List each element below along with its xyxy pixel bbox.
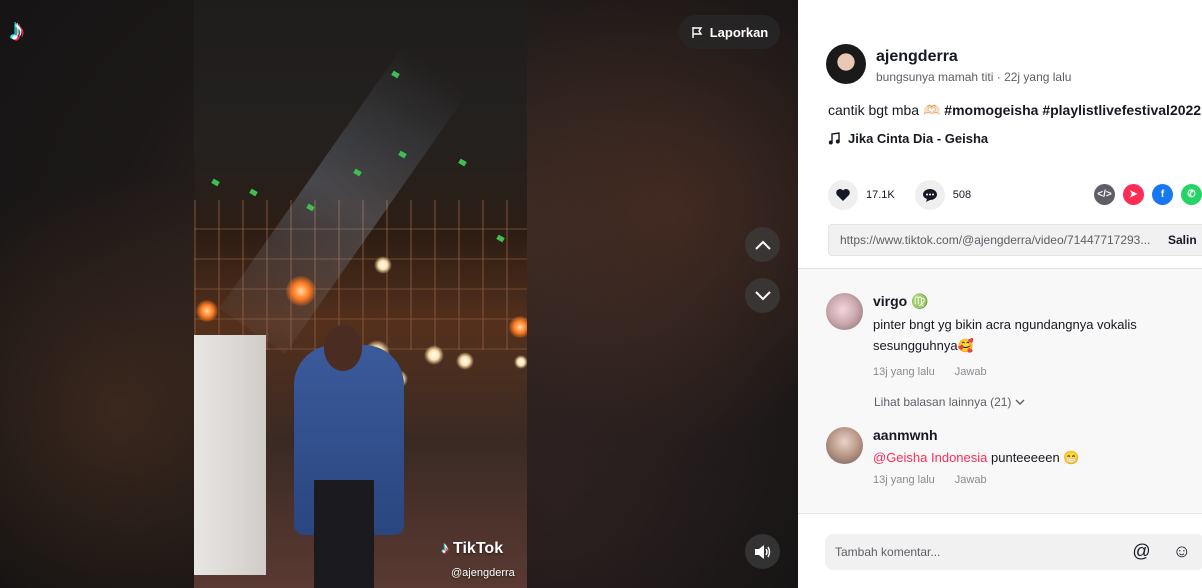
music-link[interactable]: Jika Cinta Dia - Geisha	[828, 131, 988, 146]
author-username[interactable]: ajengderra	[876, 48, 1071, 66]
share-url[interactable]: https://www.tiktok.com/@ajengderra/video…	[829, 233, 1168, 247]
heart-icon	[836, 189, 850, 201]
comment-meta: 13j yang lalu Jawab	[873, 366, 1202, 378]
comment-meta: 13j yang lalu Jawab	[873, 474, 1202, 486]
reply-button[interactable]: Jawab	[955, 474, 987, 486]
comment-item: virgo ♍ pinter bngt yg bikin acra ngunda…	[826, 293, 1202, 378]
chevron-up-icon	[754, 240, 771, 250]
comment-button[interactable]	[914, 180, 945, 210]
author-avatar[interactable]	[826, 44, 866, 84]
comment-bar: Tambah komentar... @ ☺	[798, 513, 1202, 588]
music-note-icon	[828, 132, 840, 145]
watermark-handle: @ajengderra	[451, 567, 515, 579]
emoji-icon[interactable]: ☺	[1173, 541, 1191, 562]
comment-text: pinter bngt yg bikin acra ngundangnya vo…	[873, 317, 1137, 353]
commenter-name[interactable]: virgo ♍	[873, 293, 1202, 310]
like-count: 17.1K	[866, 189, 895, 201]
tiktok-watermark-icon: ♪	[441, 540, 449, 557]
author-info[interactable]: ajengderra bungsunya mamah titi · 22j ya…	[826, 44, 1071, 84]
embed-icon[interactable]: </>	[1094, 184, 1115, 205]
share-icons: </> ➤ f ✆	[1094, 184, 1202, 205]
comment-placeholder: Tambah komentar...	[835, 545, 941, 559]
video-player-area: ♪ Laporkan ♪ TikTok @ajengderra	[0, 0, 798, 588]
send-icon[interactable]: ➤	[1123, 184, 1144, 205]
comment-count: 508	[952, 189, 972, 201]
mention-icon[interactable]: @	[1132, 541, 1150, 562]
commenter-username[interactable]: virgo	[873, 293, 907, 309]
comment-icon	[922, 188, 937, 202]
comment-input[interactable]: Tambah komentar... @ ☺	[825, 534, 1202, 570]
volume-button[interactable]	[745, 534, 780, 569]
comment-item: aanmwnh @Geisha Indonesia punteeeeen 😁 1…	[826, 427, 1202, 486]
video-frame[interactable]	[194, 0, 527, 588]
next-video-button[interactable]	[745, 278, 780, 313]
chevron-down-icon	[1015, 399, 1025, 405]
reply-button[interactable]: Jawab	[955, 366, 987, 378]
caption-text: cantik bgt mba	[828, 102, 920, 118]
commenter-avatar[interactable]	[826, 293, 863, 330]
performer-legs	[314, 480, 374, 588]
like-button[interactable]	[828, 180, 858, 210]
view-more-label: Lihat balasan lainnya (21)	[874, 395, 1012, 409]
chevron-down-icon	[754, 290, 771, 300]
previous-video-button[interactable]	[745, 227, 780, 262]
comment-time: 13j yang lalu	[873, 474, 935, 486]
whatsapp-icon[interactable]: ✆	[1181, 184, 1202, 205]
music-title: Jika Cinta Dia - Geisha	[848, 131, 989, 146]
mention-link[interactable]: @Geisha Indonesia	[873, 450, 987, 465]
stage-light	[424, 345, 444, 365]
video-watermark: ♪ TikTok	[441, 540, 503, 558]
stage-light	[374, 256, 392, 274]
stage-light	[196, 300, 218, 322]
comment-list: virgo ♍ pinter bngt yg bikin acra ngunda…	[798, 269, 1202, 513]
stage-light	[514, 355, 527, 369]
stage-light	[456, 352, 474, 370]
report-label: Laporkan	[709, 24, 769, 40]
stage-light	[286, 276, 316, 306]
watermark-brand: TikTok	[453, 540, 504, 557]
tiktok-logo-icon[interactable]: ♪	[0, 12, 34, 50]
details-panel: ajengderra bungsunya mamah titi · 22j ya…	[798, 0, 1202, 588]
speaker-icon	[754, 544, 770, 559]
confetti	[458, 158, 467, 167]
flag-icon	[692, 26, 703, 38]
input-icons: @ ☺	[1132, 541, 1191, 562]
post-caption: cantik bgt mba 🫶🏻 #momogeisha #playlistl…	[828, 102, 1201, 119]
zodiac-badge: ♍	[911, 293, 929, 309]
author-subtitle: bungsunya mamah titi · 22j yang lalu	[876, 70, 1072, 84]
commenter-username[interactable]: aanmwnh	[873, 427, 1202, 443]
stage-screen	[194, 335, 266, 575]
comment-body: punteeeeen 😁	[987, 450, 1080, 465]
caption-emoji: 🫶🏻	[922, 102, 941, 118]
copy-link-button[interactable]: Salin	[1168, 233, 1197, 247]
hashtag-link[interactable]: #playlistlivefestival2022	[1042, 102, 1201, 118]
facebook-icon[interactable]: f	[1152, 184, 1173, 205]
share-link-box: https://www.tiktok.com/@ajengderra/video…	[828, 224, 1202, 256]
comment-text: @Geisha Indonesia punteeeeen 😁	[873, 447, 1202, 468]
report-button[interactable]: Laporkan	[679, 15, 780, 49]
comment-time: 13j yang lalu	[873, 366, 935, 378]
stage-light	[509, 316, 527, 338]
confetti	[249, 188, 258, 197]
action-bar: 17.1K 508	[828, 180, 971, 210]
hashtag-link[interactable]: #momogeisha	[944, 102, 1038, 118]
view-more-replies[interactable]: Lihat balasan lainnya (21)	[874, 395, 1025, 409]
performer-head	[324, 325, 362, 371]
confetti	[211, 178, 220, 187]
commenter-avatar[interactable]	[826, 427, 863, 464]
